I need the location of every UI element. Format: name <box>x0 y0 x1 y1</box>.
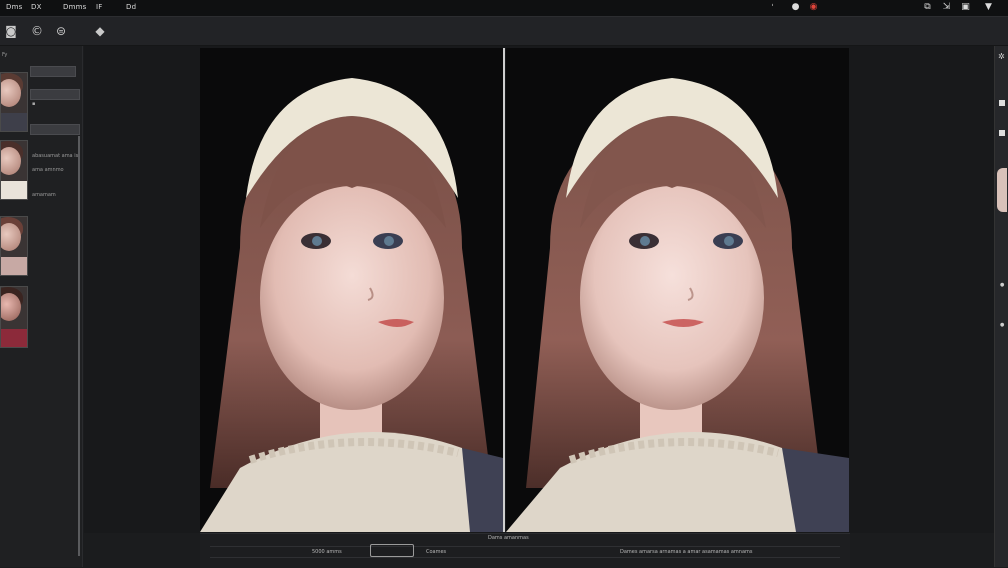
image-pane-after[interactable] <box>506 48 849 532</box>
pin-icon[interactable]: ˈ <box>767 2 778 13</box>
share-icon[interactable]: ⇲ <box>941 2 952 13</box>
menubar: Dms DX Dmms IF Dd ˈ ● ◉ ⧉ ⇲ ▣ ▼ <box>0 0 1008 17</box>
toolbar: ◙ © ⊜ ◆ <box>0 17 1008 46</box>
camera-icon[interactable]: ◙ <box>4 24 18 38</box>
status-bar: Dams amanmas 5000 amms Coames Dames amar… <box>200 533 850 568</box>
strip-thumbnail[interactable] <box>997 168 1007 212</box>
strip-gear-icon[interactable]: ✲ <box>998 52 1005 61</box>
right-strip: ✲ ● ● <box>994 46 1008 567</box>
circle-icon[interactable]: ● <box>790 2 801 13</box>
record-icon[interactable]: ◉ <box>808 2 819 13</box>
panel-field-3[interactable] <box>30 124 80 135</box>
strip-dot-icon-2[interactable]: ● <box>1000 322 1004 328</box>
panel-info-1: abasuamat ama is <box>32 153 79 159</box>
panel-info-2: ama amnmo <box>32 167 64 173</box>
copy-icon[interactable]: ⊜ <box>54 24 68 38</box>
panel-label: Fy <box>2 52 8 58</box>
status-right-text: Dames amarsa arnamas a amar asamamas amn… <box>620 549 753 555</box>
menu-item-4[interactable]: IF <box>96 3 103 11</box>
export-icon[interactable]: ⧉ <box>922 2 933 13</box>
portrait-image-before <box>200 78 503 532</box>
compare-divider[interactable] <box>503 48 505 532</box>
panel-info-3: amamam <box>32 192 56 198</box>
status-input[interactable] <box>370 544 414 557</box>
left-panel: Fy ▪ abasuamat ama is ama amnmo amamam <box>0 46 83 567</box>
settings-icon[interactable]: © <box>30 24 44 38</box>
strip-square-icon[interactable] <box>999 100 1005 106</box>
diamond-icon[interactable]: ◆ <box>93 24 107 38</box>
status-center-label: Coames <box>426 549 447 555</box>
portrait-image-after <box>506 78 849 532</box>
panel-scrollbar[interactable] <box>78 136 80 556</box>
thumbnail-3[interactable] <box>0 216 28 276</box>
menu-item-2[interactable]: DX <box>31 3 42 11</box>
image-pane-before[interactable] <box>200 48 503 532</box>
status-value: 5000 amms <box>312 549 342 555</box>
strip-square-icon-2[interactable] <box>999 130 1005 136</box>
thumbnail-4[interactable] <box>0 286 28 348</box>
panel-field-1[interactable] <box>30 66 76 77</box>
status-top-label: Dams amanmas <box>488 535 529 541</box>
menu-item-1[interactable]: Dms <box>6 3 22 11</box>
strip-dot-icon[interactable]: ● <box>1000 282 1004 288</box>
panel-field-2[interactable] <box>30 89 80 100</box>
menu-item-3[interactable]: Dmms <box>63 3 86 11</box>
thumbnail-1[interactable] <box>0 72 28 132</box>
window-icon[interactable]: ▣ <box>960 2 971 13</box>
thumbnail-2[interactable] <box>0 140 28 200</box>
chevron-down-icon[interactable]: ▼ <box>983 2 994 13</box>
menu-item-5[interactable]: Dd <box>126 3 136 11</box>
panel-marker: ▪ <box>32 101 36 107</box>
